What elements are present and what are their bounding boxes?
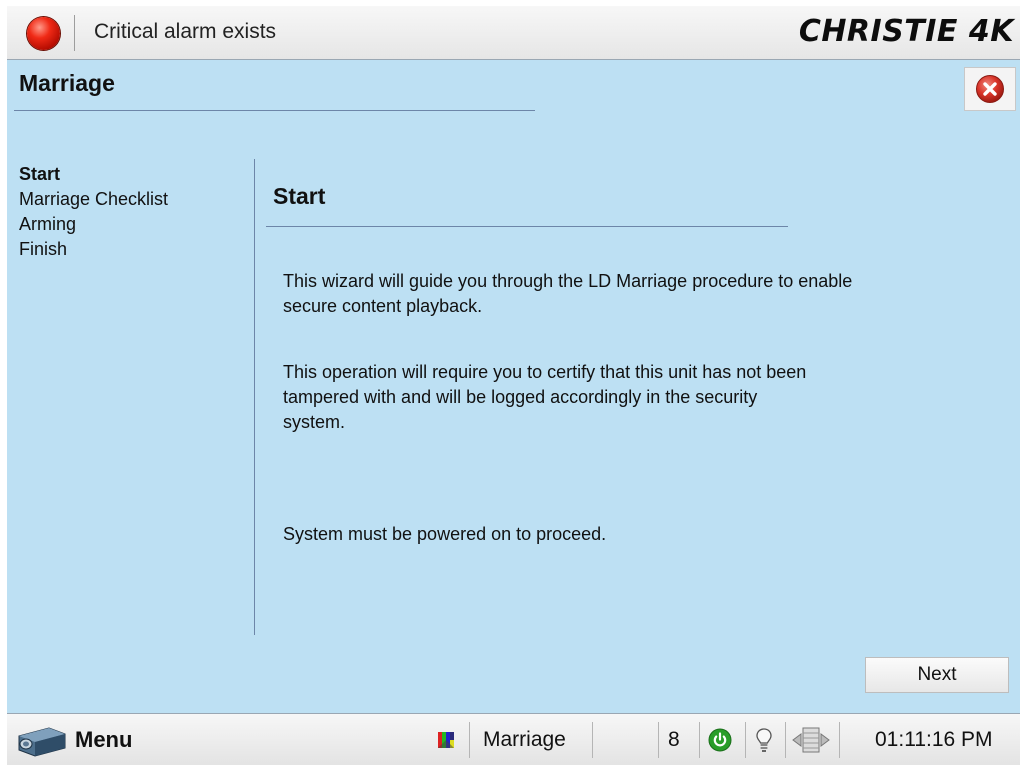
- test-pattern-button[interactable]: [437, 714, 455, 765]
- power-icon: [708, 728, 732, 752]
- taskbar-divider: [785, 722, 786, 758]
- lamp-icon: [756, 728, 772, 752]
- clock-time: 01:11:16 PM: [875, 728, 993, 751]
- power-requirement-text: System must be powered on to proceed.: [283, 524, 607, 544]
- close-icon: [976, 75, 1004, 103]
- power-button[interactable]: [708, 714, 732, 765]
- taskbar-divider: [839, 722, 840, 758]
- step-arming: Arming: [19, 214, 77, 234]
- current-page-text: Marriage: [483, 728, 566, 751]
- close-button[interactable]: [964, 67, 1016, 111]
- divider: [74, 15, 75, 51]
- intro-text: This wizard will guide you through the L…: [283, 271, 853, 316]
- taskbar-divider: [592, 722, 593, 758]
- alarm-status-text[interactable]: Critical alarm exists: [94, 20, 276, 44]
- clock: 01:11:16 PM: [875, 714, 993, 765]
- taskbar-divider: [699, 722, 700, 758]
- step-marriage-checklist: Marriage Checklist: [19, 189, 169, 209]
- dowser-icon: [792, 727, 830, 753]
- marriage-wizard-screen: Critical alarm exists CHRISTIE 4K Marria…: [7, 6, 1020, 765]
- lamp-button[interactable]: [755, 714, 773, 765]
- current-page-label: Marriage: [483, 714, 566, 765]
- menu-button[interactable]: Menu: [13, 720, 132, 760]
- channel-indicator[interactable]: 8: [668, 714, 680, 765]
- taskbar-divider: [745, 722, 746, 758]
- step-start: Start: [19, 164, 61, 184]
- next-button[interactable]: Next: [865, 657, 1009, 693]
- brand-logo: CHRISTIE 4K: [798, 14, 1014, 49]
- taskbar-divider: [658, 722, 659, 758]
- menu-label: Menu: [75, 727, 133, 752]
- wizard-step-list: Start Marriage Checklist Arming Finish: [19, 162, 168, 262]
- page-title: Marriage: [19, 70, 115, 96]
- alarm-led-icon[interactable]: [27, 17, 60, 50]
- title-underline: [14, 110, 535, 111]
- status-bar: Critical alarm exists CHRISTIE 4K: [7, 6, 1020, 60]
- taskbar-divider: [469, 722, 470, 758]
- projector-icon: [18, 727, 66, 757]
- dowser-button[interactable]: [791, 714, 831, 765]
- vertical-divider: [254, 159, 255, 635]
- test-pattern-icon: [438, 732, 454, 748]
- step-finish: Finish: [19, 239, 68, 259]
- certification-text: This operation will require you to certi…: [283, 362, 807, 432]
- taskbar: Menu Marriage 8 01:11:16 PM: [7, 713, 1020, 765]
- step-title-underline: [266, 226, 788, 227]
- channel-number: 8: [668, 728, 680, 751]
- step-title: Start: [273, 183, 326, 209]
